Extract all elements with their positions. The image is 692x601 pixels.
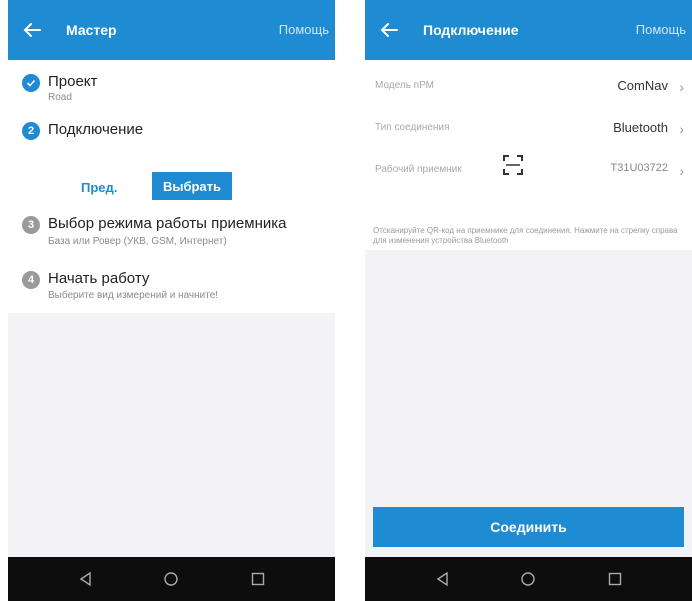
connection-type-value: Bluetooth bbox=[613, 120, 668, 135]
prev-button[interactable]: Пред. bbox=[81, 180, 117, 195]
working-receiver-row[interactable]: Рабочий приемник T31U03722 › bbox=[365, 150, 692, 192]
receiver-model-label: Модель пРМ bbox=[375, 80, 434, 91]
step-1-subtitle: Road bbox=[48, 92, 72, 103]
step-4-title[interactable]: Начать работу bbox=[48, 270, 149, 287]
wizard-screen: Мастер Помощь Проект Road 2 Подключение … bbox=[8, 0, 335, 601]
step-1-title[interactable]: Проект bbox=[48, 73, 97, 90]
circle-home-icon[interactable] bbox=[161, 569, 181, 589]
connection-type-label: Тип соединения bbox=[375, 122, 450, 133]
step-3-number: 3 bbox=[22, 216, 40, 234]
step-3-subtitle: База или Ровер (УКВ, GSM, Интернет) bbox=[48, 236, 227, 247]
hint-text: Отсканируйте QR-код на приемнике для сое… bbox=[373, 226, 678, 245]
select-button[interactable]: Выбрать bbox=[152, 172, 232, 200]
check-icon bbox=[22, 74, 40, 92]
qr-scan-icon[interactable] bbox=[502, 154, 524, 176]
system-nav-bar bbox=[8, 557, 335, 601]
app-bar: Подключение Помощь bbox=[365, 0, 692, 60]
step-4-subtitle: Выберите вид измерений и начните! bbox=[48, 290, 219, 301]
connection-screen: Подключение Помощь Модель пРМ ComNav › Т… bbox=[365, 0, 692, 601]
page-title: Подключение bbox=[423, 22, 519, 38]
help-button[interactable]: Помощь bbox=[636, 22, 686, 37]
square-recent-icon[interactable] bbox=[605, 569, 625, 589]
connection-type-row[interactable]: Тип соединения Bluetooth › bbox=[365, 108, 692, 150]
receiver-model-value: ComNav bbox=[617, 78, 668, 93]
app-bar: Мастер Помощь bbox=[8, 0, 335, 60]
connection-settings: Модель пРМ ComNav › Тип соединения Bluet… bbox=[365, 60, 692, 250]
chevron-right-icon: › bbox=[679, 121, 684, 137]
step-2-number: 2 bbox=[22, 122, 40, 140]
triangle-back-icon[interactable] bbox=[433, 569, 453, 589]
working-receiver-label: Рабочий приемник bbox=[375, 164, 462, 175]
connect-button[interactable]: Соединить bbox=[373, 507, 684, 547]
arrow-left-icon[interactable] bbox=[377, 18, 401, 42]
step-3-title[interactable]: Выбор режима работы приемника bbox=[48, 215, 286, 232]
receiver-model-row[interactable]: Модель пРМ ComNav › bbox=[365, 66, 692, 108]
page-title: Мастер bbox=[66, 22, 117, 38]
step-2-title[interactable]: Подключение bbox=[48, 121, 143, 138]
circle-home-icon[interactable] bbox=[518, 569, 538, 589]
triangle-back-icon[interactable] bbox=[76, 569, 96, 589]
help-button[interactable]: Помощь bbox=[279, 22, 329, 37]
working-receiver-value: T31U03722 bbox=[610, 162, 669, 174]
chevron-right-icon: › bbox=[679, 79, 684, 95]
arrow-left-icon[interactable] bbox=[20, 18, 44, 42]
step-4-number: 4 bbox=[22, 271, 40, 289]
system-nav-bar bbox=[365, 557, 692, 601]
square-recent-icon[interactable] bbox=[248, 569, 268, 589]
wizard-steps: Проект Road 2 Подключение Пред. Выбрать … bbox=[8, 60, 335, 313]
chevron-right-icon: › bbox=[679, 163, 684, 179]
